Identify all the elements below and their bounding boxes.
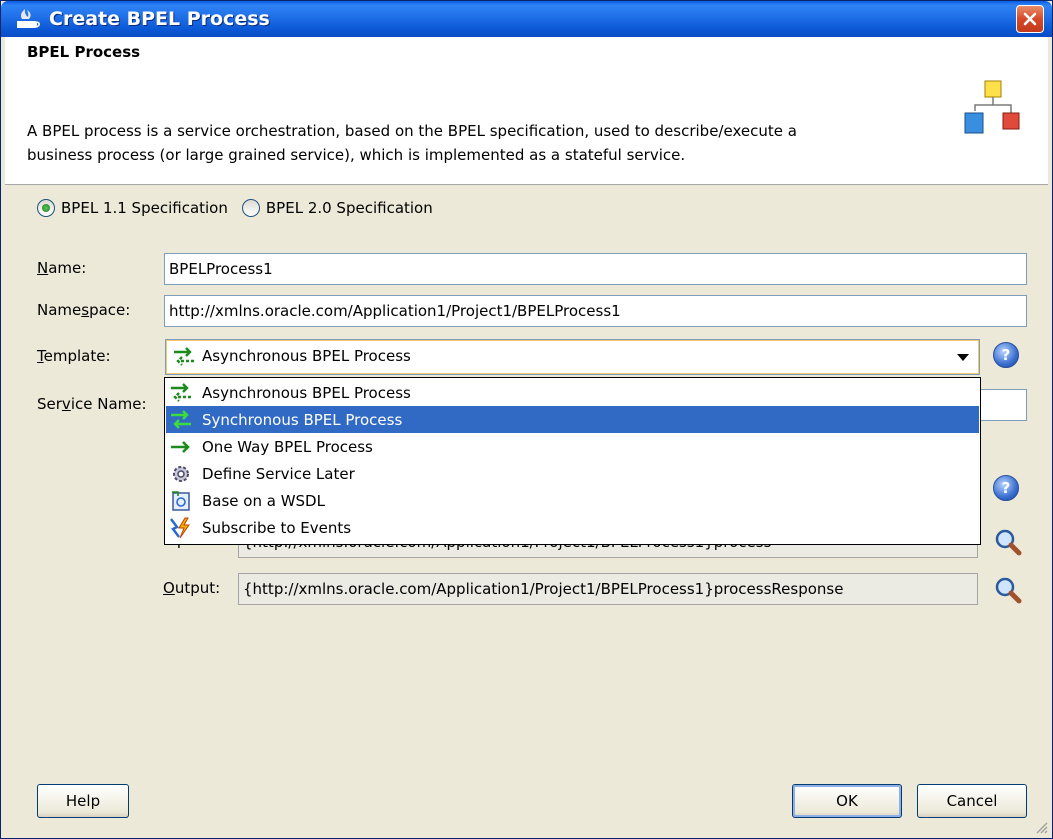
input-output-help-icon[interactable]: ? bbox=[993, 475, 1019, 501]
process-diagram-icon bbox=[964, 80, 1020, 134]
input-browse-magnifier-icon[interactable] bbox=[993, 527, 1023, 557]
ok-button[interactable]: OK bbox=[792, 784, 902, 818]
sync-arrows-icon bbox=[171, 409, 191, 429]
bpel-11-radio[interactable] bbox=[37, 199, 55, 217]
template-combo-value: Asynchronous BPEL Process bbox=[202, 347, 411, 365]
template-option-label: Define Service Later bbox=[202, 464, 355, 483]
title-bar[interactable]: Create BPEL Process bbox=[1, 1, 1052, 37]
close-icon bbox=[1023, 12, 1037, 26]
template-option-subscribe-events[interactable]: Subscribe to Events bbox=[166, 514, 979, 541]
output-browse-magnifier-icon[interactable] bbox=[993, 575, 1023, 605]
template-option-synchronous[interactable]: Synchronous BPEL Process bbox=[166, 406, 979, 433]
bpel-20-radio[interactable] bbox=[241, 199, 260, 217]
wsdl-icon bbox=[172, 490, 190, 511]
template-combo[interactable]: Asynchronous BPEL Process bbox=[165, 339, 980, 375]
window-title: Create BPEL Process bbox=[49, 8, 270, 30]
oracle-cup-icon bbox=[17, 9, 40, 28]
gear-icon bbox=[173, 465, 189, 482]
template-option-label: One Way BPEL Process bbox=[202, 437, 373, 456]
template-option-one-way[interactable]: One Way BPEL Process bbox=[166, 433, 979, 460]
template-option-label: Subscribe to Events bbox=[202, 518, 352, 537]
async-arrows-icon bbox=[171, 382, 191, 402]
chevron-down-icon[interactable] bbox=[957, 354, 969, 361]
event-bolt-icon bbox=[170, 517, 190, 538]
namespace-label: Namespace: bbox=[37, 301, 131, 319]
namespace-field[interactable]: http://xmlns.oracle.com/Application1/Pro… bbox=[164, 295, 1027, 327]
service-name-label: Service Name: bbox=[37, 395, 147, 413]
template-option-define-later[interactable]: Define Service Later bbox=[166, 460, 979, 487]
name-field[interactable]: BPELProcess1 bbox=[164, 253, 1027, 285]
spec-radio-group: BPEL 1.1 Specification BPEL 2.0 Specific… bbox=[37, 199, 447, 217]
one-way-arrow-icon bbox=[171, 440, 190, 453]
template-help-icon[interactable]: ? bbox=[993, 342, 1019, 368]
header-title: BPEL Process bbox=[27, 43, 141, 61]
template-option-wsdl[interactable]: Base on a WSDL bbox=[166, 487, 979, 514]
template-label: Template: bbox=[37, 347, 111, 365]
header-description-line1: A BPEL process is a service orchestratio… bbox=[27, 122, 797, 140]
template-dropdown-list: Asynchronous BPEL Process Synchronous BP… bbox=[164, 377, 981, 545]
async-arrows-icon bbox=[174, 347, 194, 366]
create-bpel-process-dialog: Create BPEL Process BPEL Process A BPEL … bbox=[0, 0, 1053, 839]
name-label: Name: bbox=[37, 259, 87, 277]
cancel-button[interactable]: Cancel bbox=[917, 784, 1027, 818]
header-description: A BPEL process is a service orchestratio… bbox=[27, 119, 947, 167]
bpel-11-label[interactable]: BPEL 1.1 Specification bbox=[61, 199, 228, 217]
template-option-label: Synchronous BPEL Process bbox=[202, 410, 403, 429]
header-description-line2: business process (or large grained servi… bbox=[27, 146, 686, 164]
output-field: {http://xmlns.oracle.com/Application1/Pr… bbox=[238, 573, 978, 605]
template-option-asynchronous[interactable]: Asynchronous BPEL Process bbox=[166, 379, 979, 406]
template-option-label: Asynchronous BPEL Process bbox=[202, 383, 411, 402]
bpel-20-label[interactable]: BPEL 2.0 Specification bbox=[266, 199, 433, 217]
help-button[interactable]: Help bbox=[37, 784, 129, 818]
close-button[interactable] bbox=[1016, 5, 1044, 33]
resize-grip-icon[interactable] bbox=[1034, 820, 1048, 834]
template-option-label: Base on a WSDL bbox=[202, 491, 325, 510]
output-label: Output: bbox=[163, 579, 221, 597]
